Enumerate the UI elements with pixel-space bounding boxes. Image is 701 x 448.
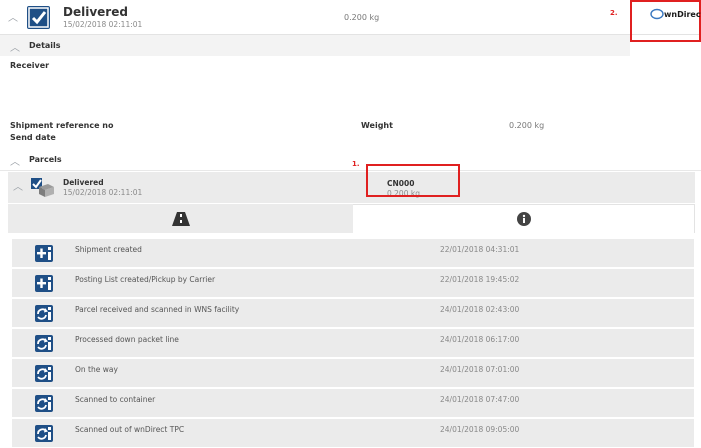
parcel-datetime: 15/02/2018 02:11:01	[63, 188, 143, 197]
event-label: Scanned out of wnDirect TPC	[75, 425, 185, 434]
refresh-document-icon	[35, 425, 53, 442]
logo-text: wnDirect	[664, 9, 701, 19]
delivered-check-icon	[27, 6, 50, 29]
event-label: Processed down packet line	[75, 335, 179, 344]
shipment-datetime: 15/02/2018 02:11:01	[63, 20, 143, 29]
carrier-logo: wnDirect	[650, 8, 701, 20]
plus-document-icon	[35, 245, 53, 262]
event-label: Posting List created/Pickup by Carrier	[75, 275, 216, 284]
refresh-document-icon	[35, 395, 53, 412]
event-datetime: 22/01/2018 04:31:01	[440, 245, 520, 254]
parcels-label: Parcels	[29, 155, 62, 164]
refresh-document-icon	[35, 365, 53, 382]
event-label: Scanned to container	[75, 395, 156, 404]
info-icon	[516, 212, 531, 226]
event-datetime: 24/01/2018 06:17:00	[440, 335, 520, 344]
shipment-header[interactable]: ︿ Delivered 15/02/2018 02:11:01 0.200 kg…	[0, 0, 701, 42]
annotation-2: 2.	[610, 9, 618, 17]
weight-value: 0.200 kg	[509, 121, 545, 130]
refresh-document-icon	[35, 305, 53, 322]
refresh-document-icon	[35, 335, 53, 352]
annotation-1: 1.	[352, 160, 360, 168]
chevron-up-icon[interactable]: ︿	[10, 39, 20, 54]
tab-route[interactable]	[8, 204, 353, 233]
weight-label: Weight	[361, 121, 393, 130]
event-label: On the way	[75, 365, 118, 374]
event-datetime: 24/01/2018 07:01:00	[440, 365, 520, 374]
tracking-event-row[interactable]: Scanned out of wnDirect TPC 24/01/2018 09…	[12, 419, 694, 448]
road-icon	[171, 211, 190, 226]
event-label: Parcel received and scanned in WNS facil…	[75, 305, 240, 314]
parcels-section-header[interactable]: ︿ Parcels	[0, 150, 701, 171]
shipment-weight: 0.200 kg	[344, 13, 380, 22]
plus-document-icon	[35, 275, 53, 292]
parcel-header[interactable]: ︿ Delivered 15/02/2018 02:11:01 CN000 0.…	[8, 172, 695, 203]
details-section-header[interactable]: ︿ Details	[0, 35, 630, 56]
event-datetime: 24/01/2018 09:05:00	[440, 425, 520, 434]
logo-mark-icon	[650, 8, 664, 20]
send-date-label: Send date	[10, 133, 56, 142]
chevron-up-icon[interactable]: ︿	[8, 9, 18, 24]
tracking-event-row[interactable]: On the way 24/01/2018 07:01:00	[12, 359, 694, 388]
receiver-label: Receiver	[10, 61, 50, 70]
tracking-event-row[interactable]: Processed down packet line 24/01/2018 06:…	[12, 329, 694, 358]
shipment-status: Delivered	[63, 5, 128, 19]
highlight-box-logo	[630, 0, 701, 42]
chevron-up-icon[interactable]: ︿	[10, 153, 20, 168]
tracking-event-row[interactable]: Scanned to container 24/01/2018 07:47:00	[12, 389, 694, 418]
highlight-box-tracking	[366, 164, 460, 197]
chevron-up-icon[interactable]: ︿	[13, 178, 23, 193]
parcel-box-icon	[29, 176, 55, 200]
tracking-event-row[interactable]: Parcel received and scanned in WNS facil…	[12, 299, 694, 328]
details-label: Details	[29, 41, 61, 50]
event-datetime: 24/01/2018 02:43:00	[440, 305, 520, 314]
event-label: Shipment created	[75, 245, 142, 254]
parcel-status: Delivered	[63, 178, 104, 187]
tracking-event-row[interactable]: Posting List created/Pickup by Carrier 22…	[12, 269, 694, 298]
event-datetime: 24/01/2018 07:47:00	[440, 395, 520, 404]
tracking-event-row[interactable]: Shipment created 22/01/2018 04:31:01	[12, 239, 694, 268]
tab-info[interactable]	[353, 204, 695, 233]
shipment-ref-label: Shipment reference no	[10, 121, 114, 130]
event-datetime: 22/01/2018 19:45:02	[440, 275, 520, 284]
